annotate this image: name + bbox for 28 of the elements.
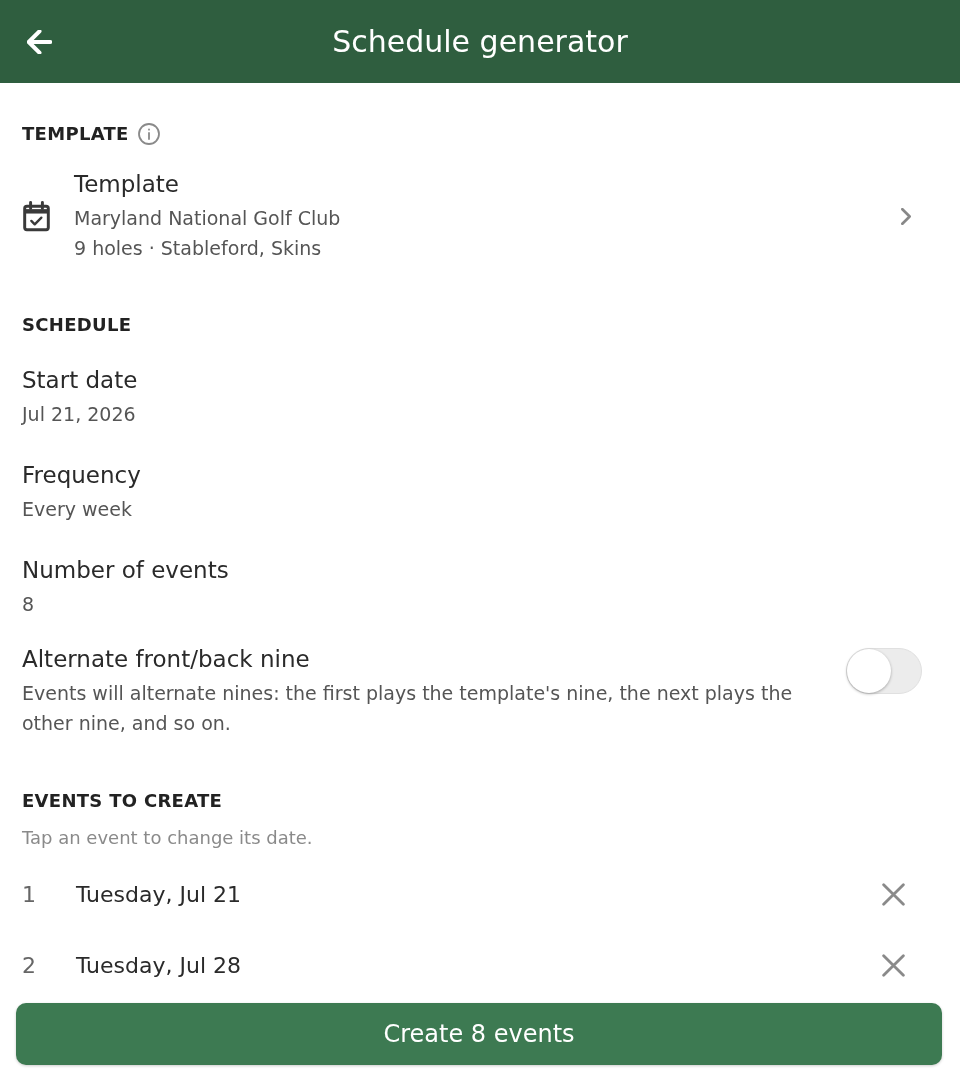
section-heading: SCHEDULE: [22, 313, 132, 337]
event-date[interactable]: Tuesday, Jul 21: [76, 882, 882, 907]
helper-text: Tap an event to change its date.: [22, 826, 314, 850]
close-icon[interactable]: [882, 883, 905, 906]
field-value: 8: [22, 592, 36, 617]
field-label[interactable]: Frequency: [22, 460, 922, 490]
template-title[interactable]: Template: [74, 169, 878, 199]
screen-title: Schedule generator: [331, 22, 629, 61]
info-icon[interactable]: [137, 123, 160, 145]
field-value: Every week: [22, 497, 133, 522]
template-club-name: Maryland National Golf Club: [74, 206, 342, 231]
toggle-switch[interactable]: [846, 648, 922, 694]
calendar-check-icon: [22, 200, 51, 232]
field-label[interactable]: Start date: [22, 365, 922, 395]
section-heading: EVENTS TO CREATE: [22, 789, 223, 813]
field-label[interactable]: Number of events: [22, 555, 922, 585]
event-number: 2: [22, 953, 37, 978]
close-icon[interactable]: [882, 954, 905, 977]
toggle-description: Events will alternate nines: the first plays the template's nine, the next plays the other nine, and so on.: [22, 681, 794, 736]
section-heading: TEMPLATE: [22, 122, 129, 146]
create-events-button[interactable]: Create 8 events: [16, 1003, 942, 1065]
event-number: 1: [22, 882, 37, 907]
template-details: 9 holes · Stableford, Skins: [74, 236, 323, 261]
event-date[interactable]: Tuesday, Jul 28: [76, 953, 882, 978]
field-value: Jul 21, 2026: [22, 402, 137, 427]
chevron-right-icon: [901, 207, 911, 225]
toggle-label: Alternate front/back nine: [22, 645, 311, 674]
back-arrow-icon[interactable]: [27, 29, 52, 54]
